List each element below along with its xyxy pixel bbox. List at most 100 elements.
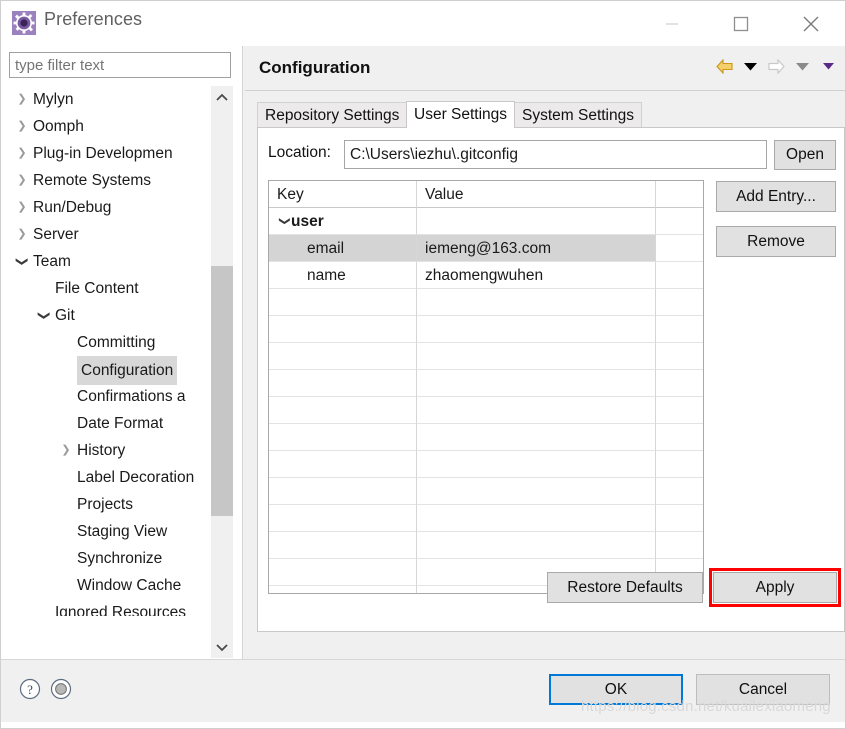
table-row-empty[interactable] [269, 505, 703, 532]
window-title: Preferences [44, 9, 143, 29]
sidebar-item-remote-systems[interactable]: ❯ Remote Systems [7, 167, 210, 194]
chevron-right-icon[interactable]: ❯ [15, 221, 29, 248]
sidebar-item-label: Synchronize [77, 550, 163, 567]
cell-key: name [269, 262, 417, 289]
sidebar-item-server[interactable]: ❯ Server [7, 221, 210, 248]
sidebar-item-file-content[interactable]: File Content [7, 275, 210, 302]
preferences-dialog: Preferences ❯Mylyn❯Oomph❯Plug-in Develop… [0, 0, 846, 729]
sidebar-item-git[interactable]: ❯ Git [7, 302, 210, 329]
tree-vertical-scrollbar[interactable] [211, 86, 233, 658]
filter-input[interactable] [9, 52, 231, 78]
forward-dropdown-icon[interactable] [791, 55, 813, 77]
sidebar-item-label: Configuration [77, 356, 178, 385]
sidebar: ❯Mylyn❯Oomph❯Plug-in Developmen❯Remote S… [1, 46, 241, 692]
tab-system-settings[interactable]: System Settings [514, 102, 642, 128]
sidebar-item-label: Remote Systems [33, 172, 152, 189]
tab-user-settings[interactable]: User Settings [406, 101, 516, 128]
sidebar-item-label: Projects [77, 496, 133, 513]
preferences-tree[interactable]: ❯ Mylyn ❯ Oomph ❯ Plug-in Developmen ❯ Remote S… [7, 86, 210, 616]
sidebar-item-configuration[interactable]: Configuration [7, 356, 210, 385]
sidebar-item-label: Label Decoration [77, 469, 195, 486]
cell-empty [656, 397, 703, 424]
open-button[interactable]: Open [774, 140, 836, 170]
table-row-empty[interactable] [269, 370, 703, 397]
cell-empty [417, 478, 656, 505]
restore-defaults-button[interactable]: Restore Defaults [547, 572, 703, 603]
sidebar-item-team[interactable]: ❯ Team [7, 248, 210, 275]
close-button[interactable] [788, 1, 834, 47]
tab-repository-settings[interactable]: Repository Settings [257, 102, 408, 128]
sidebar-item-label-decoration[interactable]: Label Decoration [7, 464, 210, 491]
sidebar-item-label: Git [55, 307, 75, 324]
sidebar-item-committing[interactable]: Committing [7, 329, 210, 356]
config-table[interactable]: Key Value ❯user email iemeng@163.com name zhao… [268, 180, 704, 594]
add-entry-button[interactable]: Add Entry... [716, 181, 836, 212]
preferences-gear-icon [12, 11, 36, 35]
column-header-value[interactable]: Value [417, 181, 656, 208]
shell-circle-icon[interactable] [50, 678, 72, 705]
column-header-extra[interactable] [656, 181, 703, 208]
sidebar-item-label: Date Format [77, 415, 164, 432]
table-row[interactable]: name zhaomengwuhen [269, 262, 703, 289]
back-dropdown-icon[interactable] [739, 55, 761, 77]
cell-key-text: email [307, 240, 345, 257]
sidebar-item-ignored-resources[interactable]: Ignored Resources [7, 599, 210, 616]
tree-vertical-scrollbar-thumb[interactable] [211, 266, 233, 516]
help-question-icon[interactable]: ? [19, 678, 41, 705]
table-row-empty[interactable] [269, 451, 703, 478]
sidebar-item-label: History [77, 442, 126, 459]
table-row-empty[interactable] [269, 532, 703, 559]
sidebar-item-label: Committing [77, 334, 156, 351]
menu-dropdown-icon[interactable] [817, 55, 839, 77]
table-row[interactable]: email iemeng@163.com [269, 235, 703, 262]
apply-button[interactable]: Apply [713, 572, 837, 603]
cell-empty [417, 289, 656, 316]
table-row[interactable]: ❯user [269, 208, 703, 235]
remove-button[interactable]: Remove [716, 226, 836, 257]
table-row-empty[interactable] [269, 397, 703, 424]
forward-arrow-icon[interactable] [765, 55, 787, 77]
sidebar-item-label: Ignored Resources [55, 604, 186, 616]
cell-extra [656, 235, 703, 262]
chevron-up-icon[interactable] [211, 86, 233, 108]
sidebar-item-plug-in-developmen[interactable]: ❯ Plug-in Developmen [7, 140, 210, 167]
cell-empty [656, 478, 703, 505]
table-row-empty[interactable] [269, 478, 703, 505]
sidebar-item-history[interactable]: ❯ History [7, 437, 210, 464]
cell-empty [269, 478, 417, 505]
back-arrow-icon[interactable] [713, 55, 735, 77]
column-header-key[interactable]: Key [269, 181, 417, 208]
sidebar-item-staging-view[interactable]: Staging View [7, 518, 210, 545]
cell-empty [656, 532, 703, 559]
sidebar-item-oomph[interactable]: ❯ Oomph [7, 113, 210, 140]
sidebar-item-confirmations-a[interactable]: Confirmations a [7, 383, 210, 410]
sidebar-item-window-cache[interactable]: Window Cache [7, 572, 210, 599]
sidebar-item-mylyn[interactable]: ❯ Mylyn [7, 86, 210, 113]
sidebar-item-date-format[interactable]: Date Format [7, 410, 210, 437]
chevron-right-icon[interactable]: ❯ [15, 113, 29, 140]
chevron-down-icon[interactable]: ❯ [271, 217, 298, 231]
sidebar-item-label: Staging View [77, 523, 168, 540]
table-row-empty[interactable] [269, 343, 703, 370]
chevron-down-icon[interactable]: ❯ [31, 309, 58, 323]
cell-empty [417, 451, 656, 478]
location-input[interactable] [344, 140, 767, 169]
minimize-button[interactable] [649, 1, 695, 47]
chevron-down-icon[interactable] [211, 636, 233, 658]
chevron-right-icon[interactable]: ❯ [15, 167, 29, 194]
chevron-right-icon[interactable]: ❯ [15, 194, 29, 221]
chevron-right-icon[interactable]: ❯ [15, 86, 29, 113]
table-row-empty[interactable] [269, 289, 703, 316]
chevron-right-icon[interactable]: ❯ [15, 140, 29, 167]
sidebar-item-run-debug[interactable]: ❯ Run/Debug [7, 194, 210, 221]
table-row-empty[interactable] [269, 424, 703, 451]
sidebar-item-synchronize[interactable]: Synchronize [7, 545, 210, 572]
chevron-right-icon[interactable]: ❯ [59, 437, 73, 464]
chevron-down-icon[interactable]: ❯ [9, 255, 36, 269]
cell-empty [417, 532, 656, 559]
sidebar-item-projects[interactable]: Projects [7, 491, 210, 518]
cell-empty [656, 451, 703, 478]
maximize-button[interactable] [718, 1, 764, 47]
table-row-empty[interactable] [269, 316, 703, 343]
cell-empty [269, 559, 417, 586]
